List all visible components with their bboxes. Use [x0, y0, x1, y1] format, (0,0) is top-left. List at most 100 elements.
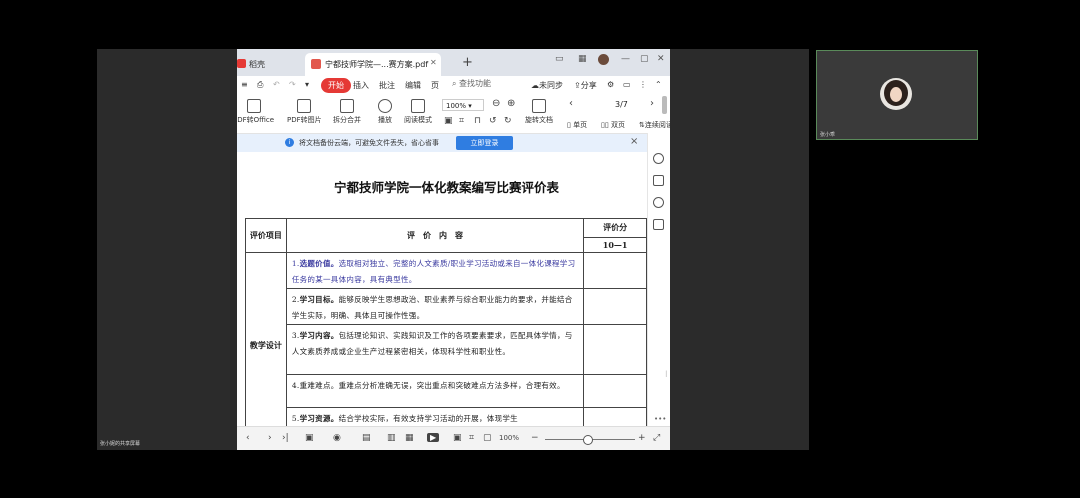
pdf-to-image-button[interactable]: PDF转图片 — [287, 99, 322, 125]
maximize-icon[interactable]: ▢ — [640, 54, 649, 64]
adjust-icon[interactable] — [653, 219, 664, 230]
collapse-icon[interactable]: ⌃ — [655, 80, 662, 89]
actual-size-icon[interactable]: ▢ — [483, 433, 492, 443]
criterion-num: 2. — [291, 295, 300, 304]
avatar-face — [890, 87, 902, 102]
participant-video-tile[interactable]: 张小乖 — [816, 50, 978, 140]
criterion-title: 学习内容。 — [299, 331, 339, 340]
more-icon[interactable]: ▾ — [305, 80, 309, 89]
document-title: 宁都技师学院一体化教案编写比赛评价表 — [334, 180, 560, 195]
print-icon[interactable]: ⎙ — [257, 80, 263, 90]
share-button[interactable]: ⇪分享 — [574, 80, 597, 91]
tab-close-icon[interactable]: ✕ — [430, 58, 437, 67]
search-panel-icon[interactable] — [653, 153, 664, 164]
toolbar-scrollbar[interactable] — [662, 96, 667, 114]
book-icon — [411, 99, 425, 113]
user-avatar[interactable] — [598, 54, 609, 65]
criterion-num: 3. — [291, 331, 300, 340]
status-zoom[interactable]: 100% — [499, 434, 519, 442]
sync-status[interactable]: ☁未同步 — [531, 80, 563, 91]
minimize-icon[interactable]: — — [621, 54, 630, 64]
pdf-to-office-button[interactable]: PDF转Office — [237, 99, 274, 125]
image-icon — [297, 99, 312, 113]
tab-home-label: 稻壳 — [249, 60, 265, 69]
rotate-document-label: 旋转文档 — [525, 116, 553, 124]
menu-page[interactable]: 页 — [431, 80, 439, 91]
header-content: 评 价 内 容 — [285, 218, 585, 253]
tab-document[interactable]: 宁都技师学院—...赛方案.pdf — [305, 53, 441, 76]
menu-edit[interactable]: 编辑 — [405, 80, 421, 91]
undo-icon[interactable]: ↶ — [273, 80, 280, 89]
info-icon: i — [285, 138, 294, 147]
continuous-view-icon[interactable]: ▦ — [405, 433, 414, 443]
zoom-out-button[interactable]: − — [531, 433, 539, 443]
next-page-icon[interactable]: › — [650, 98, 654, 109]
zoom-slider-knob[interactable] — [583, 435, 593, 445]
play-slideshow-icon[interactable]: ▶ — [427, 433, 440, 442]
share-icon: ⇪ — [574, 81, 581, 90]
more-options-icon[interactable]: ⋮ — [639, 80, 647, 89]
search-placeholder: 查找功能 — [459, 79, 492, 88]
participant-name: 张小乖 — [820, 132, 836, 138]
close-window-icon[interactable]: ✕ — [657, 54, 665, 64]
menu-annotate[interactable]: 批注 — [379, 80, 395, 91]
eye-icon[interactable]: ◉ — [333, 433, 341, 443]
login-now-button[interactable]: 立即登录 — [456, 136, 513, 150]
first-page-icon[interactable]: ‹ — [246, 433, 250, 443]
bookmark-icon[interactable]: ⊓ — [474, 116, 481, 126]
zoom-select[interactable]: 100% ▾ — [442, 99, 484, 111]
single-view-icon[interactable]: ▤ — [362, 433, 371, 443]
comment-icon[interactable]: ▭ — [623, 80, 631, 89]
pdf-file-icon — [311, 59, 321, 69]
header-score-label: 评价分 — [603, 221, 628, 232]
rotate-document-button[interactable]: 旋转文档 — [525, 99, 553, 125]
more-icon[interactable]: ••• — [654, 415, 666, 423]
search-function[interactable]: ⌕ 查找功能 — [452, 78, 491, 89]
fit-width-icon[interactable]: ⌗ — [459, 116, 464, 126]
notification-close-icon[interactable]: × — [630, 136, 638, 147]
full-width-icon[interactable]: ⌗ — [469, 433, 474, 443]
zoom-in-button[interactable]: + — [638, 433, 646, 443]
page-nav-icon[interactable]: ▣ — [305, 433, 314, 443]
search-icon: ⌕ — [452, 79, 457, 88]
zoom-in-icon[interactable]: ⊕ — [507, 98, 515, 109]
page-indicator[interactable]: 3/7 — [615, 100, 628, 109]
reading-mode-button[interactable]: 阅读模式 — [404, 99, 432, 125]
criterion-num: 4. — [291, 381, 300, 390]
play-button[interactable]: 播放 — [378, 99, 392, 125]
tab-home[interactable]: 稻壳 — [237, 53, 303, 76]
help-icon[interactable] — [653, 197, 664, 208]
zoom-out-icon[interactable]: ⊖ — [492, 98, 500, 109]
continuous-reading-button[interactable]: ⇅连续阅读 — [639, 120, 670, 130]
menu-icon[interactable]: ≡ — [241, 80, 248, 89]
new-tab-button[interactable]: + — [462, 55, 473, 70]
pdf-reader-window: 稻壳 宁都技师学院—...赛方案.pdf ✕ + ▭ ▦ — ▢ ✕ ≡ ⎙ ↶… — [237, 49, 670, 450]
fit-page-icon[interactable]: ▣ — [444, 116, 453, 126]
double-page-button[interactable]: ▯▯ 双页 — [601, 120, 625, 130]
status-bar: ‹ › ›| ▣ ◉ ▤ ▥ ▦ ▶ ▣ ⌗ ▢ 100% − + ⤢ — [237, 426, 670, 450]
grid-icon[interactable]: ▦ — [578, 54, 587, 64]
criterion-title: 学习目标。 — [299, 295, 339, 304]
double-view-icon[interactable]: ▥ — [387, 433, 396, 443]
layout-icon[interactable]: ▭ — [555, 54, 564, 64]
criterion-num: 1. — [291, 259, 300, 268]
split-merge-button[interactable]: 拆分合并 — [333, 99, 361, 125]
menu-insert[interactable]: 插入 — [353, 80, 369, 91]
rotate-right-icon[interactable]: ↻ — [504, 116, 512, 126]
fullscreen-icon[interactable]: ⤢ — [653, 433, 660, 443]
redo-icon[interactable]: ↷ — [289, 80, 296, 89]
header-item: 评价项目 — [245, 218, 287, 253]
fit-icon[interactable]: ▣ — [453, 433, 462, 443]
single-page-button[interactable]: ▯ 单页 — [567, 120, 587, 130]
rotate-left-icon[interactable]: ↺ — [489, 116, 497, 126]
criterion-row: 2.学习目标。能够反映学生思想政治、职业素养与综合职业能力的要求，并能结合学生实… — [285, 288, 585, 325]
criterion-title: 学习资源。 — [299, 414, 339, 423]
translate-icon[interactable] — [653, 175, 664, 186]
ribbon-toolbar: PDF转Office PDF转图片 拆分合并 播放 阅读模式 100% ▾ ⊖ … — [237, 95, 670, 134]
prev-page-icon[interactable]: ‹ — [569, 98, 573, 109]
menu-start[interactable]: 开始 — [321, 78, 351, 93]
header-score-range: 10—1 — [584, 236, 646, 250]
settings-icon[interactable]: ⚙ — [607, 80, 614, 89]
next-page-icon[interactable]: › — [268, 433, 272, 443]
last-page-icon[interactable]: ›| — [282, 433, 289, 443]
